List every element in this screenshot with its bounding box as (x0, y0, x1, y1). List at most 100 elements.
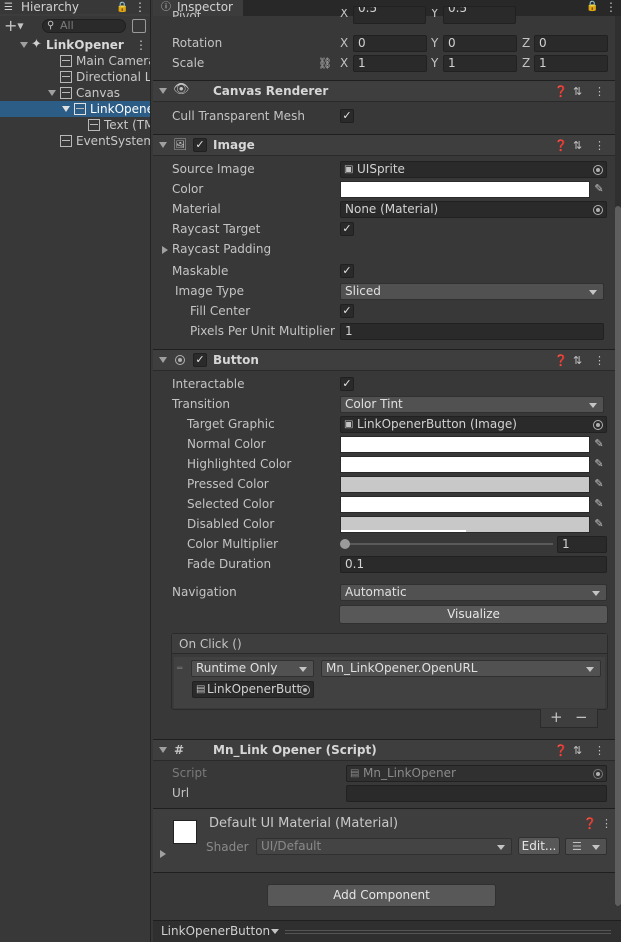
rotation-y-field[interactable]: 0 (443, 35, 517, 52)
chevron-down-icon[interactable] (20, 42, 28, 48)
more-icon[interactable]: ⋮ (601, 818, 612, 830)
lock-icon[interactable]: 🔒 (116, 0, 128, 15)
eyedropper-icon[interactable]: ✎ (593, 183, 605, 195)
hierarchy-item-eventsystem[interactable]: EventSystem (0, 133, 150, 149)
eyedropper-icon[interactable]: ✎ (593, 478, 605, 490)
help-icon[interactable]: ❓ (554, 86, 568, 98)
target-graphic-field[interactable]: ▣ LinkOpenerButton (Image) (340, 416, 607, 433)
help-icon[interactable]: ❓ (554, 140, 568, 152)
chevron-down-icon[interactable] (48, 90, 56, 96)
highlighted-color-field[interactable] (340, 456, 590, 473)
chevron-down-icon[interactable] (159, 747, 167, 753)
cull-checkbox[interactable]: ✓ (340, 109, 354, 123)
navigation-dropdown[interactable]: Automatic (340, 584, 607, 601)
fade-duration-field[interactable]: 0.1 (340, 556, 607, 573)
chevron-down-icon[interactable] (159, 142, 167, 148)
color-field[interactable] (340, 181, 590, 198)
more-icon[interactable]: ⋮ (135, 37, 147, 53)
button-enabled-checkbox[interactable]: ✓ (193, 353, 207, 367)
interactable-checkbox[interactable]: ✓ (340, 377, 354, 391)
fill-center-checkbox[interactable]: ✓ (340, 304, 354, 318)
multiplier-slider-track[interactable] (345, 543, 553, 545)
presets-icon[interactable]: ⇅ (573, 86, 582, 98)
object-picker-icon[interactable] (593, 165, 603, 175)
more-icon[interactable]: ⋮ (605, 0, 617, 14)
pivot-x-field[interactable]: 0.5 (353, 6, 426, 24)
chevron-down-icon[interactable] (159, 357, 167, 363)
raycast-padding-label[interactable]: Raycast Padding (172, 242, 271, 257)
remove-event-button[interactable]: − (575, 709, 588, 726)
maskable-checkbox[interactable]: ✓ (340, 264, 354, 278)
help-icon[interactable]: ❓ (554, 745, 568, 757)
presets-icon[interactable]: ⇅ (573, 355, 582, 367)
resize-handle[interactable] (285, 930, 611, 934)
chevron-down-icon[interactable] (271, 929, 279, 934)
pivot-y-field[interactable]: 0.5 (443, 6, 516, 24)
add-icon[interactable]: +▼ (4, 18, 34, 34)
more-icon[interactable]: ⋮ (594, 140, 605, 152)
eyedropper-icon[interactable]: ✎ (593, 518, 605, 530)
runtime-dropdown[interactable]: Runtime Only (191, 660, 314, 677)
scene-filter-icon[interactable] (132, 19, 146, 33)
hierarchy-item-text-tmp[interactable]: Text (TMP) (0, 117, 150, 133)
more-icon[interactable]: ⋮ (594, 745, 605, 757)
selected-color-field[interactable] (340, 496, 590, 513)
eyedropper-icon[interactable]: ✎ (593, 438, 605, 450)
chevron-right-icon[interactable] (162, 246, 168, 254)
search-input[interactable]: ⚲ All (42, 19, 126, 33)
object-picker-icon[interactable] (593, 205, 603, 215)
scale-z-field[interactable]: 1 (534, 55, 608, 72)
rotation-z-field[interactable]: 0 (534, 35, 608, 52)
help-icon[interactable]: ❓ (583, 818, 597, 830)
hierarchy-tab[interactable]: ☰ Hierarchy 🔒 ⋮ (0, 0, 150, 16)
eyedropper-icon[interactable]: ✎ (593, 458, 605, 470)
visualize-button[interactable]: Visualize (339, 605, 608, 624)
image-enabled-checkbox[interactable]: ✓ (193, 138, 207, 152)
more-icon[interactable]: ⋮ (594, 86, 605, 98)
chevron-down-icon[interactable] (159, 88, 167, 94)
source-image-field[interactable]: ▣ UISprite (340, 161, 607, 178)
more-icon[interactable]: ⋮ (594, 355, 605, 367)
shader-options-dropdown[interactable]: ☰ (565, 838, 607, 855)
disabled-color-field[interactable] (340, 516, 590, 533)
eyedropper-icon[interactable]: ✎ (593, 498, 605, 510)
raycast-target-checkbox[interactable]: ✓ (340, 222, 354, 236)
hierarchy-item-linkopenerbutton[interactable]: LinkOpenerButton (0, 101, 150, 117)
hierarchy-item-directional-light[interactable]: Directional Light (0, 69, 150, 85)
image-header[interactable]: 🖼 ✓ Image ❓ ⇅ ⋮ (153, 134, 615, 156)
add-event-button[interactable]: + (550, 709, 563, 726)
event-object-field[interactable]: ▤ LinkOpenerButt (192, 681, 314, 698)
scale-x-field[interactable]: 1 (353, 55, 427, 72)
object-picker-icon[interactable] (300, 685, 310, 695)
hierarchy-item-main-camera[interactable]: Main Camera (0, 53, 150, 69)
function-dropdown[interactable]: Mn_LinkOpener.OpenURL (321, 660, 601, 677)
chevron-right-icon[interactable] (160, 850, 166, 858)
hierarchy-item-canvas[interactable]: Canvas (0, 85, 150, 101)
rotation-x-field[interactable]: 0 (353, 35, 427, 52)
object-picker-icon[interactable] (593, 420, 603, 430)
material-field[interactable]: None (Material) (340, 201, 607, 218)
hierarchy-item-linkopener[interactable]: ✦ LinkOpener ⋮ (0, 37, 150, 53)
link-icon[interactable]: ⛓ (318, 58, 332, 70)
scale-y-field[interactable]: 1 (443, 55, 517, 72)
help-icon[interactable]: ❓ (554, 355, 568, 367)
scrollbar-thumb[interactable] (615, 206, 621, 906)
add-component-button[interactable]: Add Component (267, 884, 496, 907)
presets-icon[interactable]: ⇅ (573, 140, 582, 152)
lock-icon[interactable]: 🔒 (586, 0, 598, 14)
drag-handle-icon[interactable]: ═ (177, 663, 182, 675)
multiplier-field[interactable]: 1 (557, 536, 607, 553)
ppu-field[interactable]: 1 (340, 323, 604, 340)
presets-icon[interactable]: ⇅ (573, 745, 582, 757)
preview-object-dropdown[interactable]: LinkOpenerButton (161, 924, 270, 939)
button-header[interactable]: ✓ Button ❓ ⇅ ⋮ (153, 349, 615, 371)
edit-shader-button[interactable]: Edit... (518, 837, 560, 855)
pressed-color-field[interactable] (340, 476, 590, 493)
script-header[interactable]: # Mn_Link Opener (Script) ❓ ⇅ ⋮ (153, 739, 615, 761)
url-field[interactable] (346, 785, 607, 802)
image-type-dropdown[interactable]: Sliced (340, 283, 604, 300)
chevron-down-icon[interactable] (62, 106, 70, 112)
transition-dropdown[interactable]: Color Tint (340, 396, 604, 413)
more-icon[interactable]: ⋮ (134, 0, 146, 15)
multiplier-slider-thumb[interactable] (340, 539, 350, 549)
